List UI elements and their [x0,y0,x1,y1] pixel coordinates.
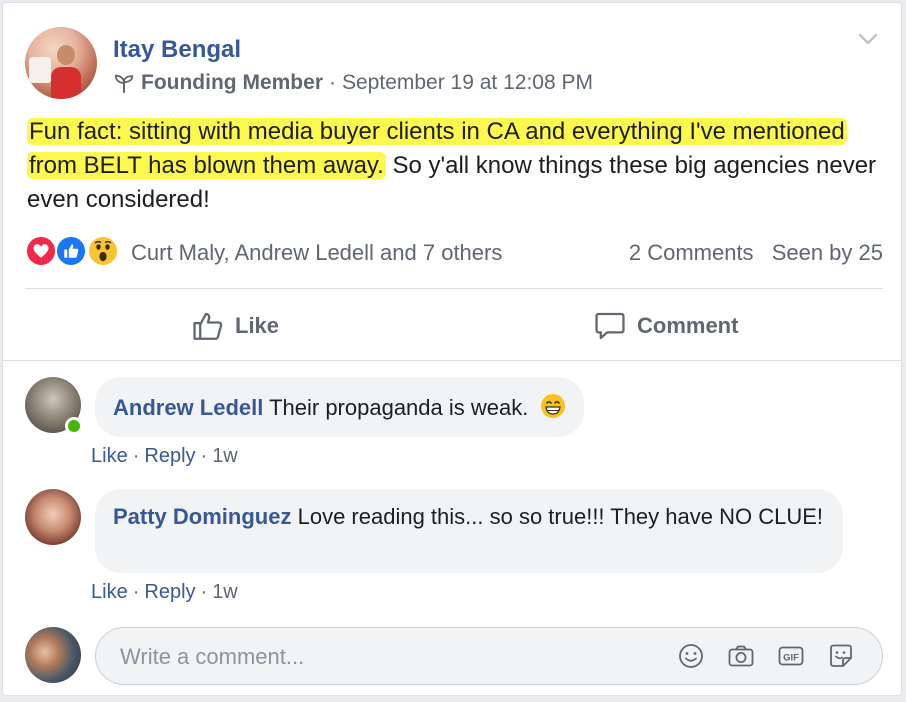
svg-text:GIF: GIF [783,653,799,664]
like-label: Like [235,313,280,338]
camera-icon[interactable] [726,641,756,671]
gif-icon[interactable]: GIF [776,641,806,671]
comment-reply-link[interactable]: Reply [144,445,195,467]
reaction-names[interactable]: Curt Maly, Andrew Ledell and 7 others [131,240,502,266]
post-meta: Founding Member · September 19 at 12:08 … [113,71,593,95]
like-button[interactable]: Like [191,303,279,349]
online-status-icon [65,417,83,435]
comment-age[interactable]: 1w [212,581,238,603]
reaction-icons[interactable] [25,235,125,269]
seen-by[interactable]: Seen by 25 [772,240,883,265]
comment-bubble: Patty Dominguez Love reading this... so … [95,489,843,573]
comment-button[interactable]: Comment [593,303,738,349]
post-timestamp[interactable]: September 19 at 12:08 PM [342,71,593,95]
comment-text: Their propaganda is weak. [269,395,529,420]
sticker-icon[interactable] [826,641,856,671]
commenter-name[interactable]: Andrew Ledell [113,395,263,420]
comment-actions: Like · Reply · 1w [91,581,238,603]
comment-like-link[interactable]: Like [91,445,128,467]
reactions-bar: Curt Maly, Andrew Ledell and 7 others 2 … [25,233,883,273]
comment-age[interactable]: 1w [212,445,238,467]
meta-separator: · [329,71,336,94]
divider [3,360,901,361]
comment-composer: GIF [95,627,883,686]
wow-icon [87,235,119,267]
comment-icon [595,312,625,340]
comment-text: Love reading this... so so true!!! They … [297,504,824,529]
sprout-icon [114,74,134,94]
divider [25,288,883,289]
thumbs-up-icon [193,312,223,340]
author-name[interactable]: Itay Bengal [113,36,241,64]
grinning-face-icon [541,394,566,418]
emoji-icon[interactable] [676,641,706,671]
comment-input[interactable] [118,628,662,686]
member-badge[interactable]: Founding Member [141,71,323,95]
comment-label: Comment [637,313,739,338]
current-user-avatar[interactable] [25,627,81,683]
comment-reply-link[interactable]: Reply [144,581,195,603]
like-icon [55,235,87,267]
post-body: Fun fact: sitting with media buyer clien… [27,115,887,217]
commenter-name[interactable]: Patty Dominguez [113,504,291,529]
comment-actions: Like · Reply · 1w [91,445,238,467]
post-stats: 2 Comments Seen by 25 [629,240,883,266]
comment-bubble: Andrew Ledell Their propaganda is weak. [95,377,585,437]
comments-count[interactable]: 2 Comments [629,240,754,265]
comment-like-link[interactable]: Like [91,581,128,603]
chevron-down-icon[interactable] [857,31,879,47]
commenter-avatar[interactable] [25,489,81,545]
post-card: Itay Bengal Founding Member · September … [2,2,902,696]
love-icon [25,235,57,267]
author-avatar[interactable] [25,27,97,99]
